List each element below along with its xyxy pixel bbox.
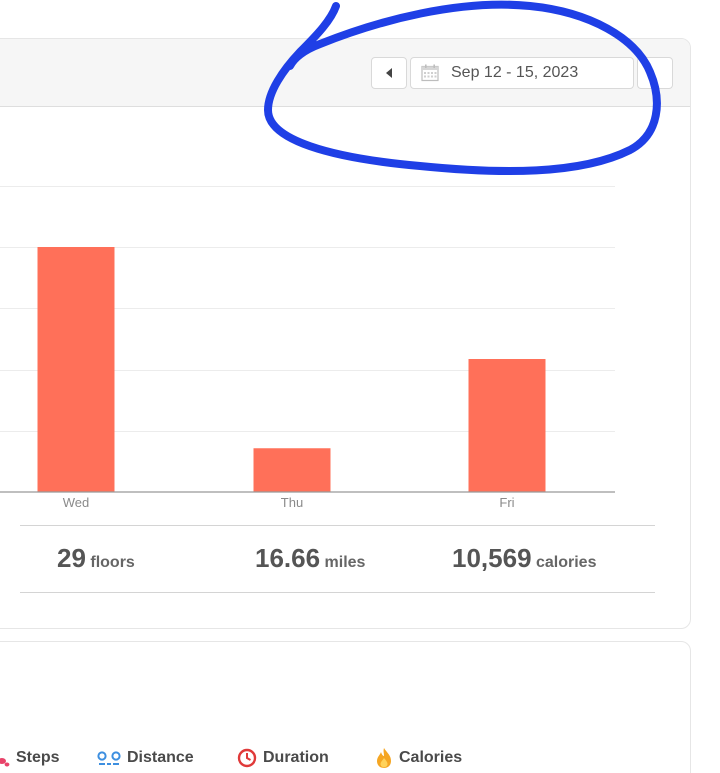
legend-calories-label: Calories <box>399 749 463 766</box>
stats-summary: 29 floors 16.66 miles 10,569 calories <box>20 525 655 593</box>
x-label-wed: Wed <box>63 495 90 510</box>
legend-duration-label: Duration <box>263 749 329 766</box>
chart-x-labels: Wed Thu Fri <box>63 495 515 510</box>
miles-unit: miles <box>324 554 366 571</box>
chart-bars <box>37 247 546 492</box>
activity-bar-chart: Wed Thu Fri <box>0 186 615 510</box>
legend-steps-label: Steps <box>16 749 60 766</box>
legend-distance-label: Distance <box>127 749 194 766</box>
clock-icon <box>237 748 257 768</box>
calories-value: 10,569 <box>452 543 532 573</box>
screen: Sep 12 - 15, 2023 Wed Thu Fri 29 floors 16… <box>0 0 720 773</box>
miles-value: 16.66 <box>255 543 321 573</box>
bar-wed[interactable] <box>37 247 115 492</box>
bar-fri[interactable] <box>468 359 546 492</box>
floors-value: 29 <box>57 543 86 573</box>
miles-stat: 16.66 miles <box>255 543 365 574</box>
floors-unit: floors <box>90 554 135 571</box>
x-label-fri: Fri <box>499 495 514 510</box>
legend-calories[interactable]: Calories <box>375 747 462 769</box>
legend-distance[interactable]: Distance <box>97 747 194 769</box>
calories-stat: 10,569 calories <box>452 543 596 574</box>
footprints-icon <box>0 758 10 767</box>
route-pins-icon <box>97 751 121 765</box>
x-label-thu: Thu <box>281 495 303 510</box>
bar-thu[interactable] <box>253 448 331 492</box>
floors-stat: 29 floors <box>57 543 135 574</box>
legend-steps[interactable]: Steps <box>0 747 60 769</box>
calories-unit: calories <box>535 554 597 571</box>
legend-duration[interactable]: Duration <box>237 747 329 769</box>
flame-icon <box>377 748 391 768</box>
